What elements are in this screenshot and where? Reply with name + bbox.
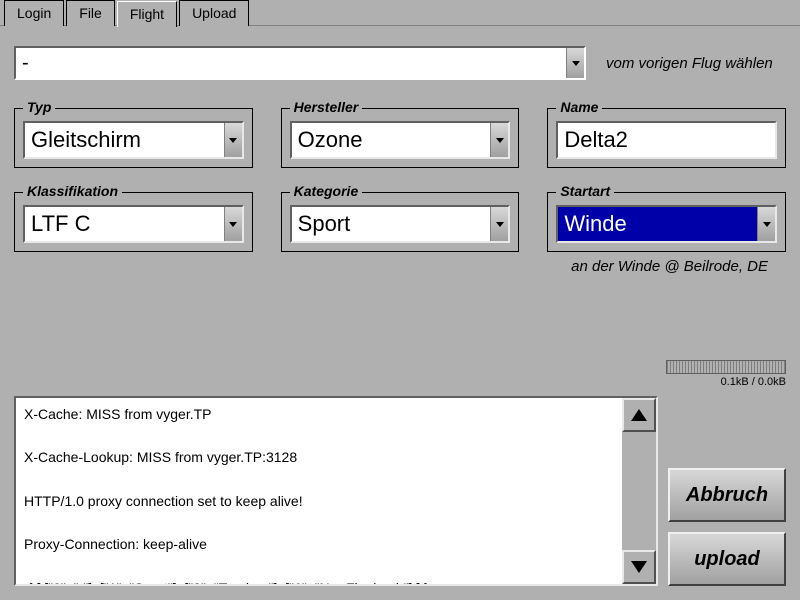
chevron-down-icon xyxy=(490,123,508,157)
kategorie-select[interactable]: Sport xyxy=(290,205,511,243)
startart-value: Winde xyxy=(564,211,626,237)
field-typ: Typ Gleitschirm xyxy=(14,108,253,168)
chevron-down-icon xyxy=(566,48,584,78)
previous-flight-hint: vom vorigen Flug wählen xyxy=(606,55,786,72)
typ-select[interactable]: Gleitschirm xyxy=(23,121,244,159)
label-startart: Startart xyxy=(556,183,614,199)
chevron-up-icon xyxy=(631,409,647,421)
log-scrollbar xyxy=(622,398,656,584)
startart-select[interactable]: Winde xyxy=(556,205,777,243)
progress-area: 0.1kB / 0.0kB xyxy=(666,360,786,388)
klassifikation-value: LTF C xyxy=(31,211,90,237)
chevron-down-icon xyxy=(490,207,508,241)
chevron-down-icon xyxy=(631,561,647,573)
location-hint: an der Winde @ Beilrode, DE xyxy=(14,258,786,275)
label-name: Name xyxy=(556,99,602,115)
name-value: Delta2 xyxy=(564,127,628,153)
name-input[interactable]: Delta2 xyxy=(556,121,777,159)
tab-flight[interactable]: Flight xyxy=(117,1,177,27)
tab-login[interactable]: Login xyxy=(4,0,64,26)
scroll-down-button[interactable] xyxy=(622,550,656,584)
chevron-down-icon xyxy=(224,123,242,157)
hersteller-value: Ozone xyxy=(298,127,363,153)
chevron-down-icon xyxy=(757,207,775,241)
tab-bar: Login File Flight Upload xyxy=(0,0,800,26)
klassifikation-select[interactable]: LTF C xyxy=(23,205,244,243)
tab-upload[interactable]: Upload xyxy=(179,0,249,26)
previous-flight-value: - xyxy=(22,52,29,75)
hersteller-select[interactable]: Ozone xyxy=(290,121,511,159)
field-name: Name Delta2 xyxy=(547,108,786,168)
field-startart: Startart Winde xyxy=(547,192,786,252)
progress-bar xyxy=(666,360,786,374)
cancel-button[interactable]: Abbruch xyxy=(668,468,786,522)
label-klassifikation: Klassifikation xyxy=(23,183,122,199)
typ-value: Gleitschirm xyxy=(31,127,141,153)
scroll-up-button[interactable] xyxy=(622,398,656,432)
field-hersteller: Hersteller Ozone xyxy=(281,108,520,168)
progress-label: 0.1kB / 0.0kB xyxy=(666,376,786,388)
label-typ: Typ xyxy=(23,99,55,115)
upload-button[interactable]: upload xyxy=(668,532,786,586)
kategorie-value: Sport xyxy=(298,211,351,237)
label-kategorie: Kategorie xyxy=(290,183,363,199)
previous-flight-select[interactable]: - xyxy=(14,46,586,80)
chevron-down-icon xyxy=(224,207,242,241)
field-kategorie: Kategorie Sport xyxy=(281,192,520,252)
log-text[interactable]: X-Cache: MISS from vyger.TP X-Cache-Look… xyxy=(16,398,622,584)
tab-file[interactable]: File xyxy=(66,0,115,26)
label-hersteller: Hersteller xyxy=(290,99,363,115)
field-klassifikation: Klassifikation LTF C xyxy=(14,192,253,252)
log-panel: X-Cache: MISS from vyger.TP X-Cache-Look… xyxy=(14,396,658,586)
